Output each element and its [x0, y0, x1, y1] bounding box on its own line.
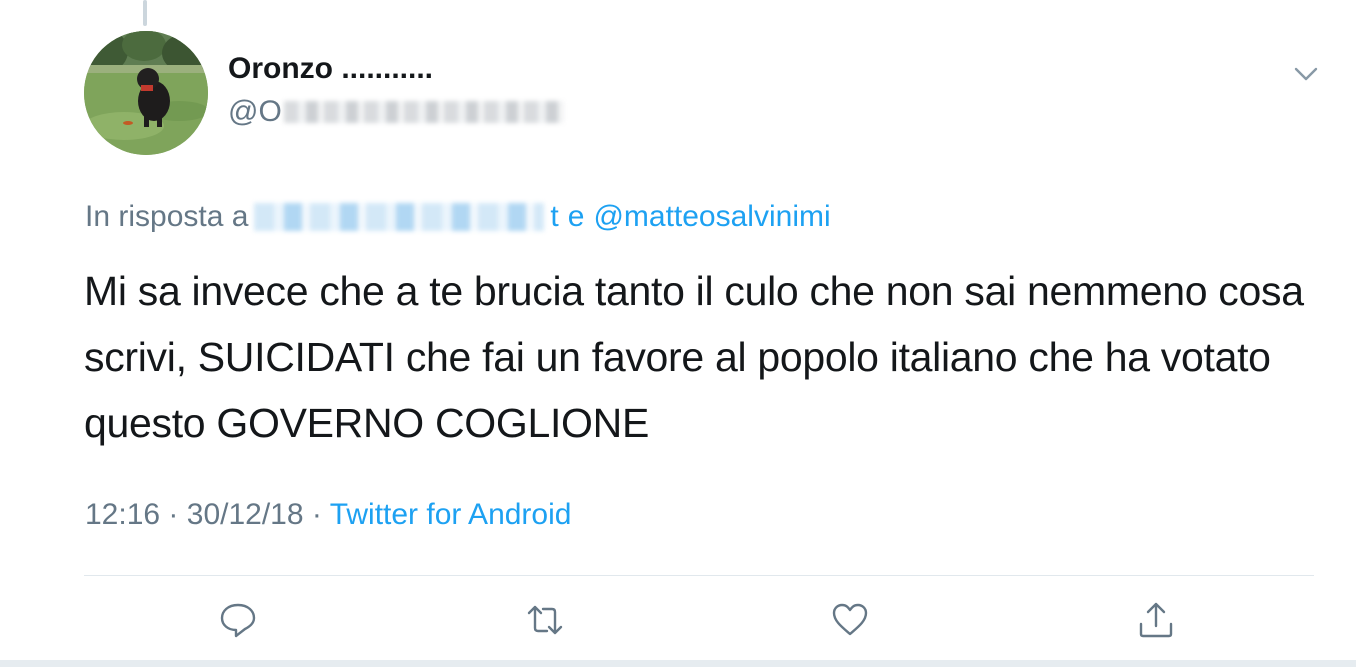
tweet-text: Mi sa invece che a te brucia tanto il cu… — [84, 268, 1304, 446]
heart-icon[interactable] — [830, 600, 870, 640]
tweet-source-link[interactable]: Twitter for Android — [330, 498, 572, 531]
thread-connector-line — [143, 0, 147, 26]
share-icon[interactable] — [1136, 600, 1176, 640]
reply-redaction — [254, 203, 545, 231]
avatar[interactable] — [84, 31, 208, 155]
handle-redaction — [283, 101, 564, 123]
tweet-bottom-border — [0, 660, 1356, 667]
meta-separator: · — [168, 498, 179, 531]
speech-bubble-icon[interactable] — [218, 600, 258, 640]
reply-redacted-suffix[interactable]: t — [550, 200, 558, 234]
chevron-down-icon[interactable] — [1292, 62, 1320, 86]
author-handle[interactable]: @O — [228, 94, 564, 130]
reply-context: In risposta a t e @matteosalvinimi — [85, 200, 831, 234]
meta-separator: · — [311, 498, 322, 531]
retweet-icon[interactable] — [525, 600, 565, 640]
author-display-name[interactable]: Oronzo ........... — [228, 52, 433, 86]
reply-conjunction: e — [567, 200, 585, 233]
reply-prefix: In risposta a — [85, 200, 249, 233]
reply-mention-link[interactable]: @matteosalvinimi — [593, 200, 830, 234]
tweet-meta: 12:16 · 30/12/18 · Twitter for Android — [85, 498, 571, 532]
action-divider — [84, 575, 1314, 576]
tweet-time[interactable]: 12:16 — [85, 498, 160, 531]
author-handle-text: @O — [228, 95, 282, 128]
tweet-date[interactable]: 30/12/18 — [187, 498, 304, 531]
avatar-image — [84, 31, 208, 155]
